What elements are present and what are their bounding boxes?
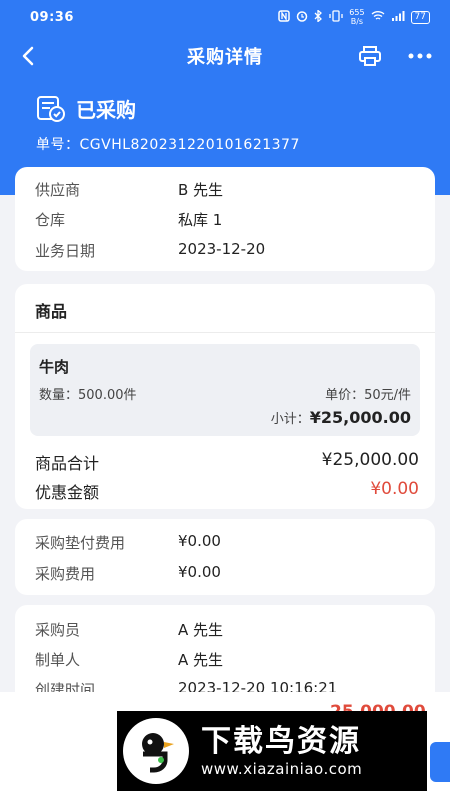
nav-bar: 采购详情 (0, 34, 450, 78)
battery-icon: 77 (410, 10, 430, 24)
discount-row: 优惠金额 ¥0.00 (35, 479, 419, 502)
buyer-value: A 先生 (178, 621, 224, 639)
goods-card: 商品 牛肉 数量：500.00件 单价：50元/件 小计：¥25,000.00 … (15, 284, 435, 509)
status-time: 09:36 (30, 9, 74, 25)
goods-item-qty: 数量：500.00件 (39, 388, 137, 403)
buyer-row: 采购员 A 先生 (35, 621, 224, 639)
goods-item-subtotal: 小计：¥25,000.00 (270, 408, 411, 427)
supplier-value: B 先生 (178, 181, 224, 199)
goods-item-price: 单价：50元/件 (325, 388, 411, 403)
bluetooth-icon (314, 8, 323, 25)
vibrate-icon (329, 9, 343, 25)
net-speed: 655 B/s (349, 8, 365, 26)
alarm-icon (296, 10, 308, 25)
watermark: 下载鸟资源 www.xiazainiao.com (117, 711, 427, 791)
warehouse-value: 私库 1 (178, 211, 223, 229)
order-status-text: 已采购 (76, 98, 136, 122)
print-button[interactable] (354, 40, 386, 72)
purchase-fee-value: ¥0.00 (178, 563, 221, 581)
status-bar: 09:36 655 B/s 77 (0, 0, 450, 34)
bottom-action-button[interactable] (430, 742, 450, 782)
goods-total-amount: ¥25,000.00 (321, 450, 419, 470)
more-button[interactable] (402, 40, 438, 72)
watermark-url: www.xiazainiao.com (201, 760, 363, 778)
divider (15, 332, 435, 333)
advance-fee-row: 采购垫付费用 ¥0.00 (35, 532, 221, 552)
wifi-icon (371, 10, 385, 24)
signal-icon (391, 10, 405, 24)
advance-fee-value: ¥0.00 (178, 532, 221, 550)
status-icons: 655 B/s 77 (278, 8, 430, 26)
more-icon (408, 53, 432, 59)
header: 09:36 655 B/s 77 采购详情 已采购 单号：CGVHL820231… (0, 0, 450, 195)
goods-total-row: 商品合计 ¥25,000.00 (35, 450, 419, 473)
goods-item[interactable]: 牛肉 数量：500.00件 单价：50元/件 小计：¥25,000.00 (30, 344, 420, 436)
watermark-title: 下载鸟资源 (201, 724, 361, 759)
creator-row: 制单人 A 先生 (35, 651, 224, 669)
basic-info-card: 供应商 B 先生 仓库 私库 1 业务日期 2023-12-20 (15, 167, 435, 271)
order-number: 单号：CGVHL820231220101621377 (36, 137, 300, 153)
chevron-left-icon (22, 46, 34, 66)
nfc-icon (278, 9, 291, 25)
fees-card: 采购垫付费用 ¥0.00 采购费用 ¥0.00 (15, 519, 435, 595)
discount-amount: ¥0.00 (370, 479, 419, 499)
goods-item-name: 牛肉 (39, 358, 70, 376)
goods-title: 商品 (35, 302, 68, 321)
order-status-icon (37, 95, 65, 122)
order-status: 已采购 (36, 94, 136, 123)
warehouse-row: 仓库 私库 1 (35, 211, 223, 229)
purchase-fee-row: 采购费用 ¥0.00 (35, 563, 221, 583)
business-date-value: 2023-12-20 (178, 240, 266, 258)
creator-value: A 先生 (178, 651, 224, 669)
supplier-row: 供应商 B 先生 (35, 181, 224, 199)
printer-icon (359, 46, 381, 66)
business-date-row: 业务日期 2023-12-20 (35, 240, 266, 260)
back-button[interactable] (12, 40, 44, 72)
page-title: 采购详情 (187, 47, 263, 68)
bird-logo-icon (123, 718, 189, 784)
